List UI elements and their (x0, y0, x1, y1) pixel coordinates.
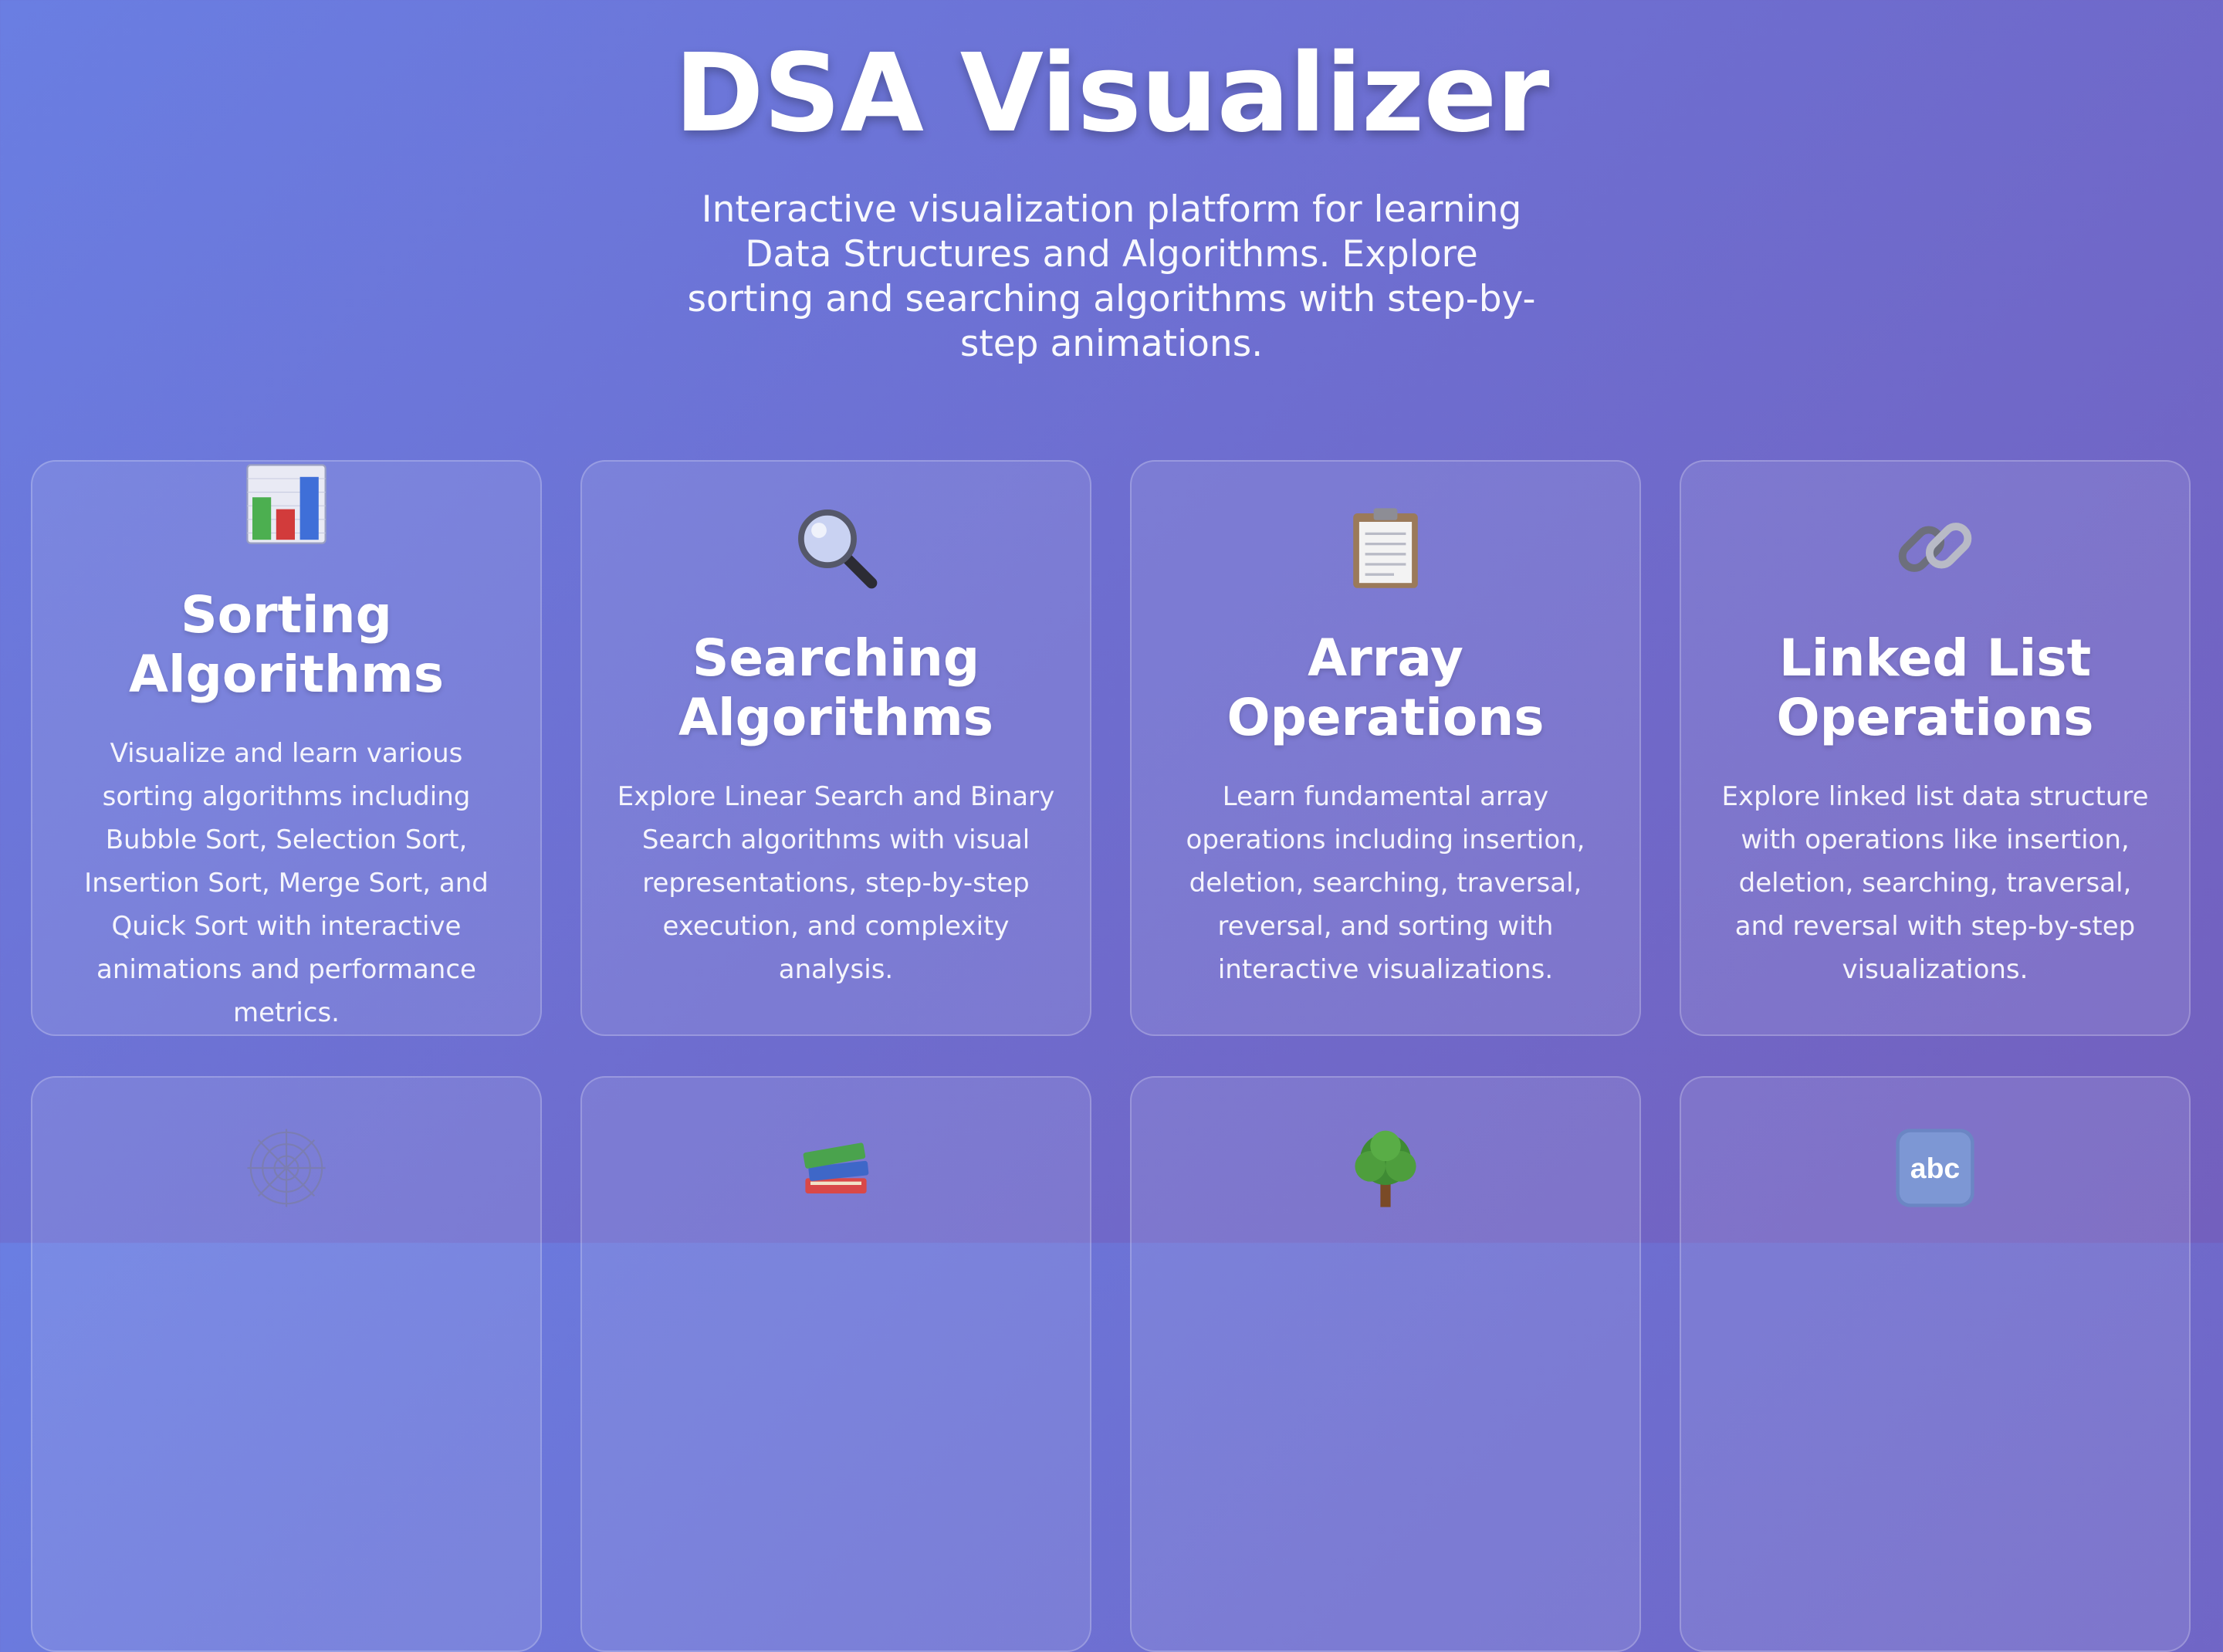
clipboard-icon (1353, 508, 1418, 588)
bar-chart-icon (246, 464, 327, 544)
page-title: DSA Visualizer (674, 31, 1550, 157)
hero-section: DSA Visualizer Interactive visualization… (0, 0, 2223, 367)
searching-algorithms-card[interactable]: Searching Algorithms Explore Linear Sear… (580, 460, 1091, 1036)
card-title: Linked List Operations (1776, 628, 2094, 747)
card-title: Array Operations (1227, 628, 1545, 747)
card-title: Searching Algorithms (678, 628, 994, 747)
abc-icon: abc (1896, 1129, 1974, 1207)
tree-icon (1355, 1130, 1416, 1207)
page-subtitle: Interactive visualization platform for l… (687, 188, 1536, 365)
card-description: Visualize and learn various sorting algo… (84, 738, 489, 1028)
card-description: Learn fundamental array operations inclu… (1186, 781, 1585, 985)
linked-list-operations-card[interactable]: Linked List Operations Explore linked li… (1680, 460, 2191, 1036)
topic-card-grid: Sorting Algorithms Visualize and learn v… (31, 460, 2192, 1652)
topic-card[interactable] (1130, 1076, 1641, 1652)
topic-card[interactable] (31, 1076, 542, 1652)
magnifying-glass-icon (798, 509, 878, 589)
card-description: Explore Linear Search and Binary Search … (617, 781, 1055, 985)
card-title: Sorting Algorithms (128, 585, 445, 704)
books-icon (803, 1143, 869, 1193)
spider-web-icon (247, 1129, 326, 1207)
topic-card[interactable] (580, 1076, 1091, 1652)
abc-icon-label: abc (1910, 1152, 1960, 1184)
sorting-algorithms-card[interactable]: Sorting Algorithms Visualize and learn v… (31, 460, 542, 1036)
card-description: Explore linked list data structure with … (1721, 781, 2149, 985)
link-icon (1898, 523, 1972, 572)
array-operations-card[interactable]: Array Operations Learn fundamental array… (1130, 460, 1641, 1036)
topic-card[interactable]: abc (1680, 1076, 2191, 1652)
